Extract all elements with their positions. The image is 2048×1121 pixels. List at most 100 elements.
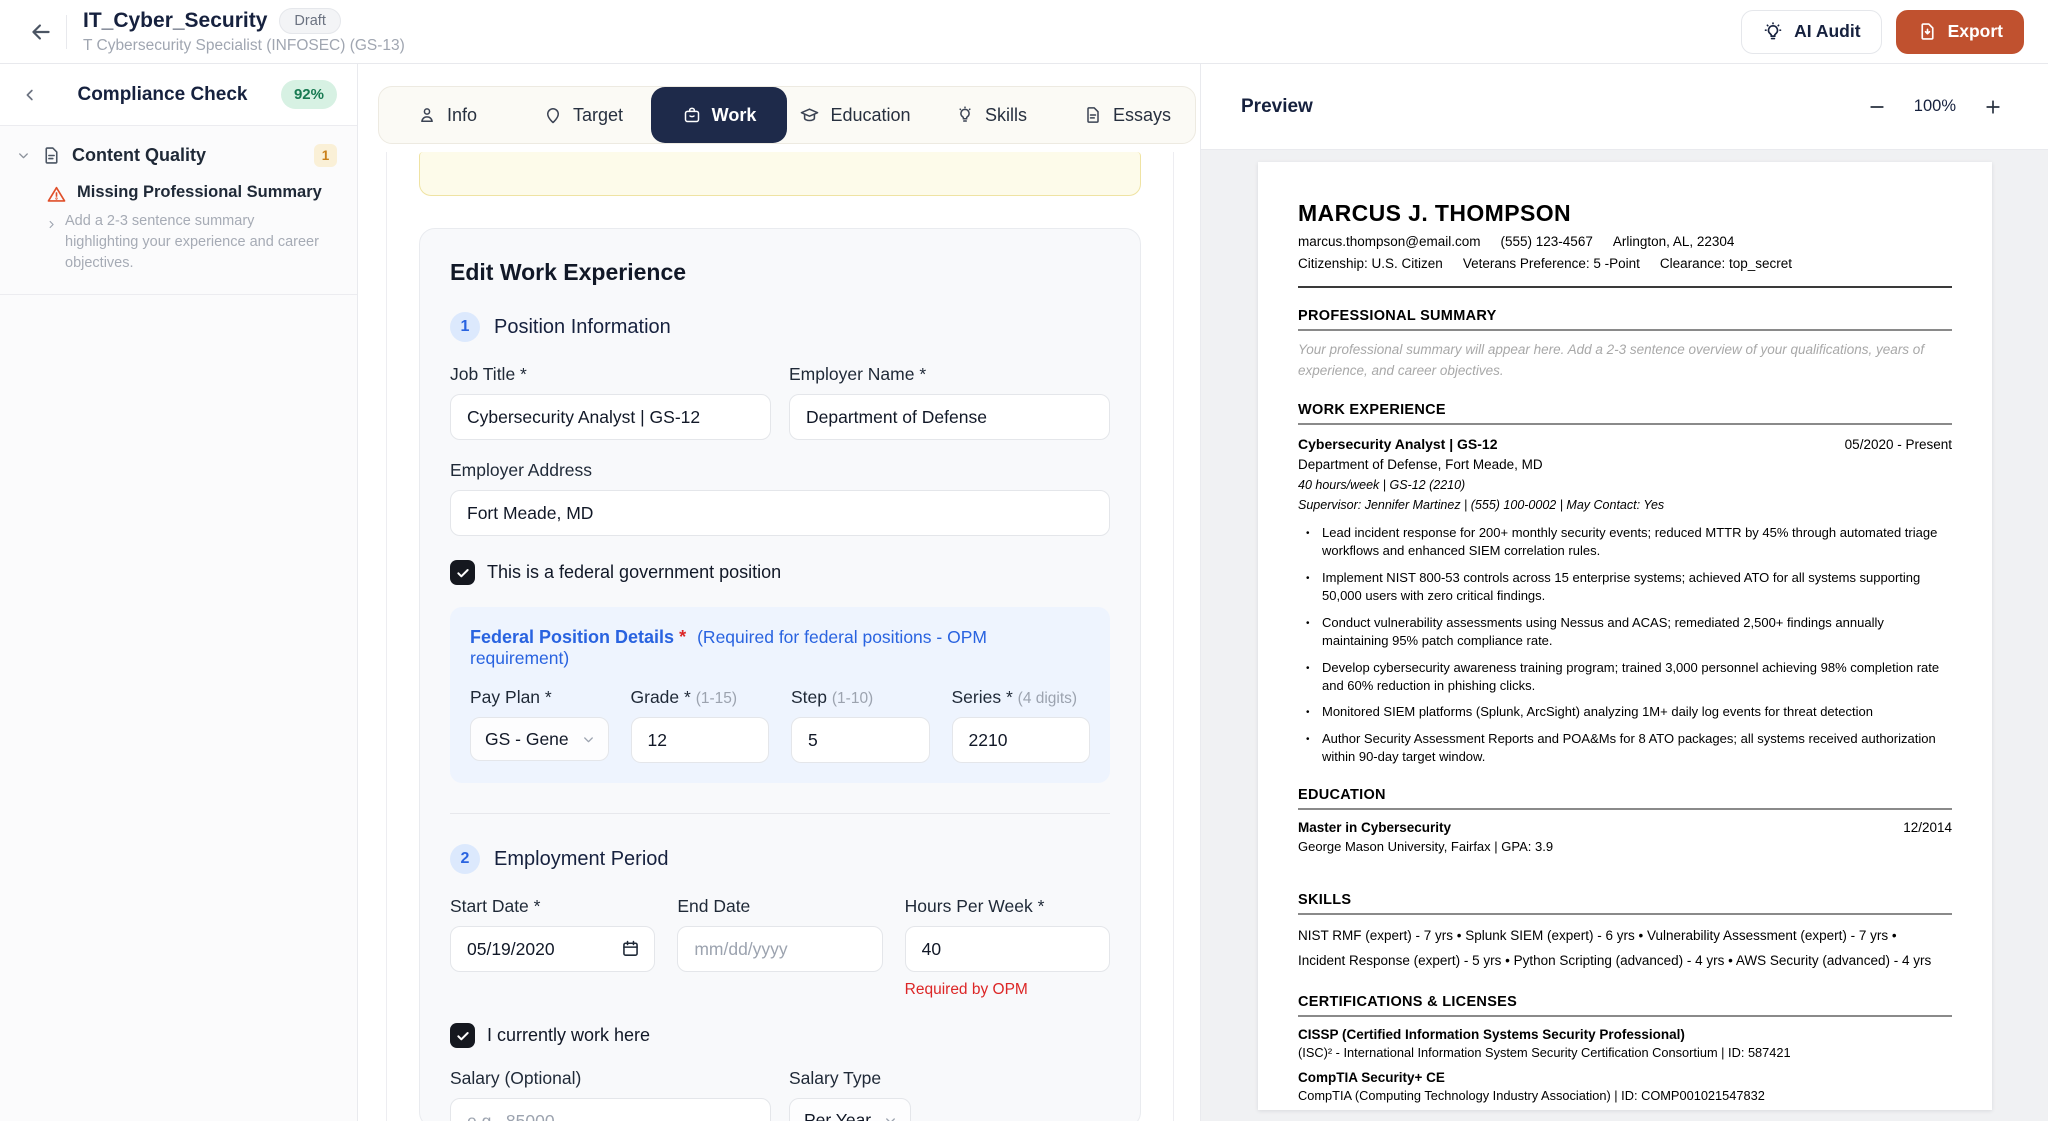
pay-plan-select[interactable]: GS - Gene (470, 717, 609, 761)
salary-input[interactable] (450, 1098, 771, 1121)
tab-work[interactable]: Work (651, 87, 787, 143)
resume-email: marcus.thompson@email.com (1298, 234, 1481, 249)
resume-location: Arlington, AL, 22304 (1613, 234, 1735, 249)
step-number-badge: 1 (450, 312, 480, 342)
grade-input[interactable] (631, 717, 770, 763)
zoom-out-button[interactable] (1862, 92, 1892, 122)
resume-certifications-heading: CERTIFICATIONS & LICENSES (1298, 994, 1952, 1017)
end-date-input[interactable] (677, 926, 882, 972)
warning-triangle-icon (46, 184, 67, 205)
resume-cert-name: CompTIA Security+ CE (1298, 1070, 1952, 1085)
required-asterisk: * (679, 627, 686, 647)
section-title: Employment Period (494, 848, 669, 871)
page-title: IT_Cyber_Security (83, 9, 267, 33)
checkbox-checked-icon[interactable] (450, 1023, 475, 1048)
back-arrow-icon (28, 19, 54, 45)
pin-icon (543, 105, 563, 125)
status-badge: Draft (279, 8, 340, 34)
step-input[interactable] (791, 717, 930, 763)
issue-count-badge: 1 (314, 144, 337, 167)
resume-job-title: Cybersecurity Analyst | GS-12 (1298, 436, 1497, 452)
job-title-input[interactable] (450, 394, 771, 440)
tab-label: Essays (1113, 105, 1171, 126)
resume-job-supervisor: Supervisor: Jennifer Martinez | (555) 10… (1298, 498, 1952, 512)
issue-title: Missing Professional Summary (77, 183, 322, 202)
resume-bullet-list: Lead incident response for 200+ monthly … (1298, 524, 1952, 767)
briefcase-icon (682, 105, 702, 125)
tab-target[interactable]: Target (515, 87, 651, 143)
tab-skills[interactable]: Skills (923, 87, 1059, 143)
employer-address-label: Employer Address (450, 460, 1110, 481)
resume-work-heading: WORK EXPERIENCE (1298, 402, 1952, 425)
federal-position-checkbox-row[interactable]: This is a federal government position (450, 560, 1110, 585)
sidebar-collapse-button[interactable] (16, 81, 44, 109)
chevron-down-icon (883, 1113, 898, 1121)
sidebar-title: Compliance Check (44, 84, 281, 106)
resume-skills-heading: SKILLS (1298, 892, 1952, 915)
tab-education[interactable]: Education (787, 87, 923, 143)
resume-cert-org: (ISC)² - International Information Syste… (1298, 1045, 1952, 1060)
chevron-down-icon (581, 732, 596, 747)
employer-address-input[interactable] (450, 490, 1110, 536)
checkbox-checked-icon[interactable] (450, 560, 475, 585)
chevron-right-icon[interactable] (46, 219, 57, 274)
header-divider (66, 15, 67, 49)
resume-cert-name: CISSP (Certified Information Systems Sec… (1298, 1027, 1952, 1042)
export-button[interactable]: Export (1896, 10, 2024, 54)
back-button[interactable] (24, 15, 58, 49)
form-scroll-area[interactable]: Edit Work Experience 1 Position Informat… (386, 152, 1174, 1121)
issue-header[interactable]: Missing Professional Summary (46, 183, 337, 205)
export-file-icon (1917, 21, 1938, 42)
salary-type-label: Salary Type (789, 1068, 1110, 1089)
document-icon (41, 145, 62, 166)
issue-description: Add a 2-3 sentence summary highlighting … (65, 211, 325, 274)
salary-type-select[interactable]: Per Year (789, 1098, 911, 1121)
resume-bullet: Lead incident response for 200+ monthly … (1298, 524, 1952, 561)
person-icon (417, 105, 437, 125)
resume-education-heading: EDUCATION (1298, 787, 1952, 810)
resume-school: George Mason University, Fairfax | GPA: … (1298, 839, 1952, 854)
chevron-down-icon (16, 148, 31, 163)
document-icon (1083, 105, 1103, 125)
chevron-left-icon (21, 86, 39, 104)
tab-label: Education (830, 105, 910, 126)
sidebar-section-label: Content Quality (72, 145, 304, 166)
tab-essays[interactable]: Essays (1059, 87, 1195, 143)
currently-work-label: I currently work here (487, 1025, 650, 1046)
start-date-label: Start Date * (450, 896, 655, 917)
compliance-score-badge: 92% (281, 80, 337, 109)
federal-checkbox-label: This is a federal government position (487, 562, 781, 583)
end-date-label: End Date (677, 896, 882, 917)
sidebar-section-content-quality[interactable]: Content Quality 1 (0, 126, 357, 181)
resume-page: MARCUS J. THOMPSON marcus.thompson@email… (1258, 162, 1992, 1110)
salary-type-value: Per Year (804, 1110, 871, 1121)
graduation-cap-icon (799, 105, 820, 126)
resume-education-date: 12/2014 (1903, 820, 1952, 835)
tab-label: Target (573, 105, 623, 126)
resume-bullet: Author Security Assessment Reports and P… (1298, 730, 1952, 767)
resume-degree: Master in Cybersecurity (1298, 820, 1451, 835)
compliance-issue: Missing Professional Summary Add a 2-3 s… (0, 181, 357, 295)
series-input[interactable] (952, 717, 1091, 763)
section-divider (450, 813, 1110, 814)
hours-per-week-input[interactable] (905, 926, 1110, 972)
preview-canvas[interactable]: MARCUS J. THOMPSON marcus.thompson@email… (1201, 150, 2048, 1121)
page-subtitle: T Cybersecurity Specialist (INFOSEC) (GS… (83, 37, 405, 55)
section-title: Position Information (494, 316, 671, 339)
ai-audit-button[interactable]: AI Audit (1741, 10, 1881, 54)
calendar-icon[interactable] (620, 938, 641, 964)
salary-label: Salary (Optional) (450, 1068, 771, 1089)
opm-required-note: Required by OPM (905, 981, 1110, 999)
zoom-in-button[interactable] (1978, 92, 2008, 122)
resume-header-rule (1298, 286, 1952, 288)
resume-summary-heading: PROFESSIONAL SUMMARY (1298, 308, 1952, 331)
resume-job-employer: Department of Defense, Fort Meade, MD (1298, 457, 1952, 472)
employer-name-input[interactable] (789, 394, 1110, 440)
currently-work-checkbox-row[interactable]: I currently work here (450, 1023, 1110, 1048)
resume-veterans: Veterans Preference: 5 -Point (1463, 256, 1640, 271)
resume-clearance: Clearance: top_secret (1660, 256, 1792, 271)
lightbulb-icon (955, 105, 975, 125)
preview-title: Preview (1241, 96, 1862, 118)
tab-info[interactable]: Info (379, 87, 515, 143)
alert-banner-cropped (419, 152, 1141, 196)
